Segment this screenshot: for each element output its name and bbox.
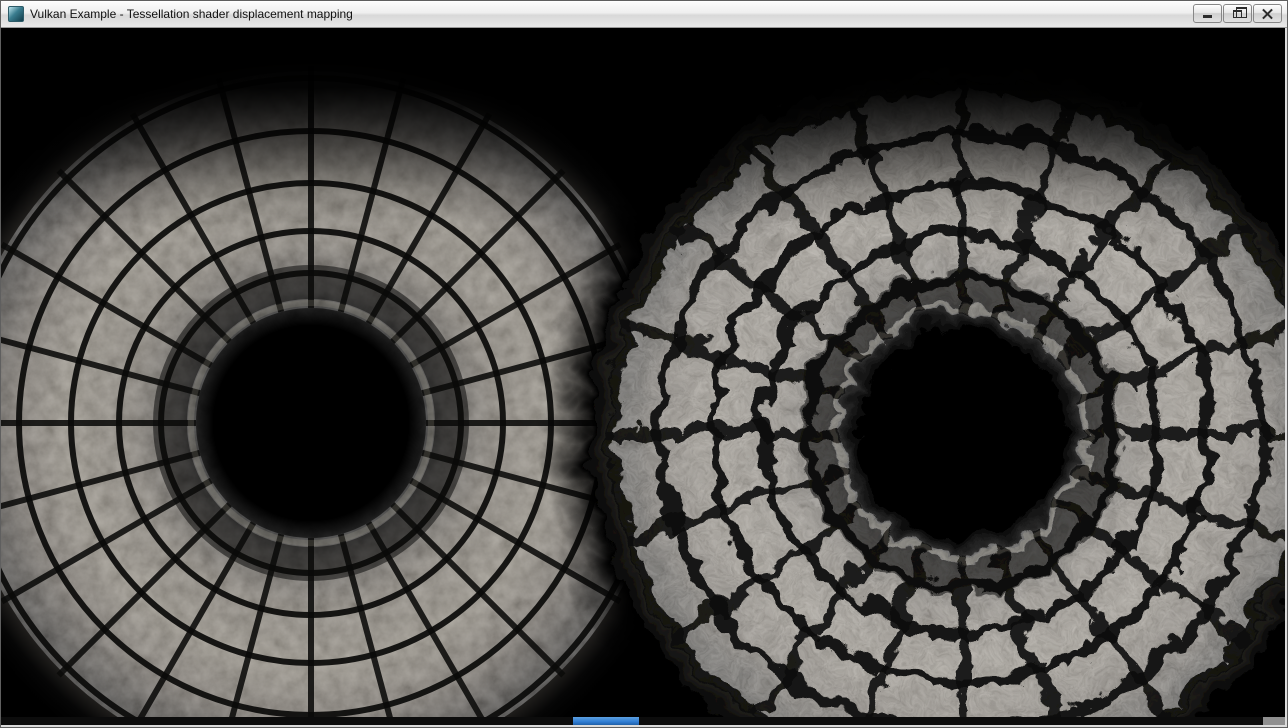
window-controls — [1193, 4, 1282, 23]
minimize-button[interactable] — [1193, 4, 1222, 23]
window-bottom-frame — [1, 717, 1285, 725]
close-icon — [1262, 8, 1273, 19]
torus-right-hole — [836, 308, 1076, 548]
render-viewport[interactable] — [1, 28, 1285, 717]
resize-corner — [1263, 717, 1285, 725]
vulkan-app-icon — [8, 6, 24, 22]
titlebar[interactable]: Vulkan Example - Tessellation shader dis… — [1, 1, 1287, 28]
torus-scene — [1, 28, 1285, 717]
window-title: Vulkan Example - Tessellation shader dis… — [30, 7, 353, 21]
app-window: Vulkan Example - Tessellation shader dis… — [0, 0, 1288, 728]
torus-left-hole — [196, 308, 426, 538]
maximize-button[interactable] — [1223, 4, 1252, 23]
minimize-icon — [1203, 15, 1212, 18]
restore-icon — [1233, 10, 1242, 18]
top-vignette — [1, 28, 1285, 228]
taskbar-sliver — [573, 717, 639, 725]
close-button[interactable] — [1253, 4, 1282, 23]
